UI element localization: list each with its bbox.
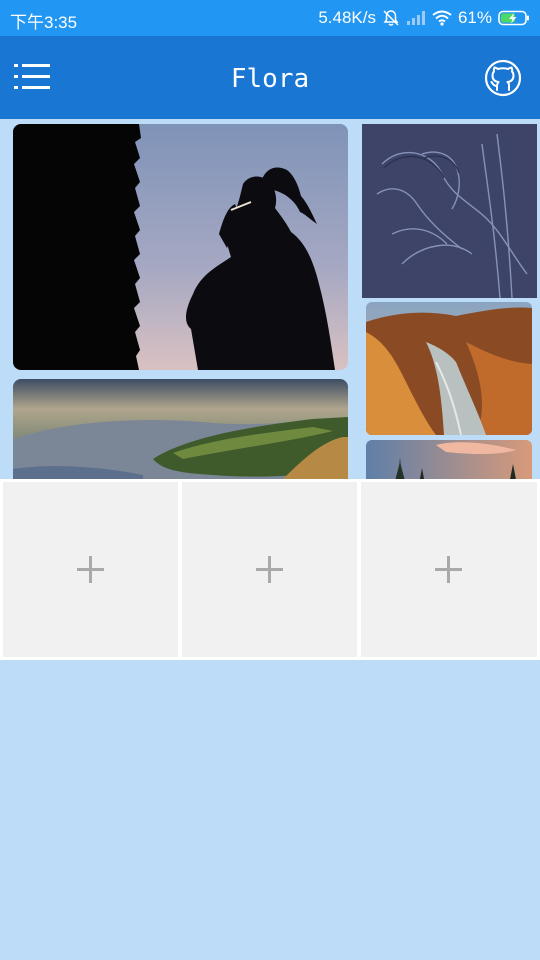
cellular-signal-icon [406, 10, 426, 26]
plus-icon [77, 556, 104, 583]
battery-percent: 61% [457, 8, 492, 27]
upload-slots [0, 479, 540, 660]
app-bar: Flora [0, 36, 540, 119]
battery-charging-icon [498, 10, 530, 26]
github-button[interactable] [484, 59, 522, 97]
canyon-river-photo[interactable] [366, 302, 532, 435]
empty-background-area [0, 660, 540, 960]
plus-icon [435, 556, 462, 583]
add-image-slot[interactable] [3, 482, 178, 657]
network-speed: 5.48K/s [318, 8, 376, 27]
github-icon [484, 59, 522, 97]
aerial-landscape-photo[interactable] [13, 379, 348, 479]
silhouette-photo[interactable] [13, 124, 348, 370]
status-bar: 下午3:35 5.48K/s 61% [0, 0, 540, 36]
bell-off-icon [382, 9, 400, 27]
status-indicators: 5.48K/s 61% [318, 8, 530, 28]
plus-icon [256, 556, 283, 583]
add-image-slot[interactable] [361, 482, 537, 657]
embossed-portrait-photo[interactable] [362, 124, 537, 298]
pine-sunset-photo[interactable] [366, 440, 532, 479]
app-title: Flora [230, 64, 310, 94]
status-time: 下午3:35 [10, 13, 78, 32]
image-gallery [0, 121, 540, 479]
add-image-slot[interactable] [182, 482, 357, 657]
wifi-icon [432, 10, 452, 26]
